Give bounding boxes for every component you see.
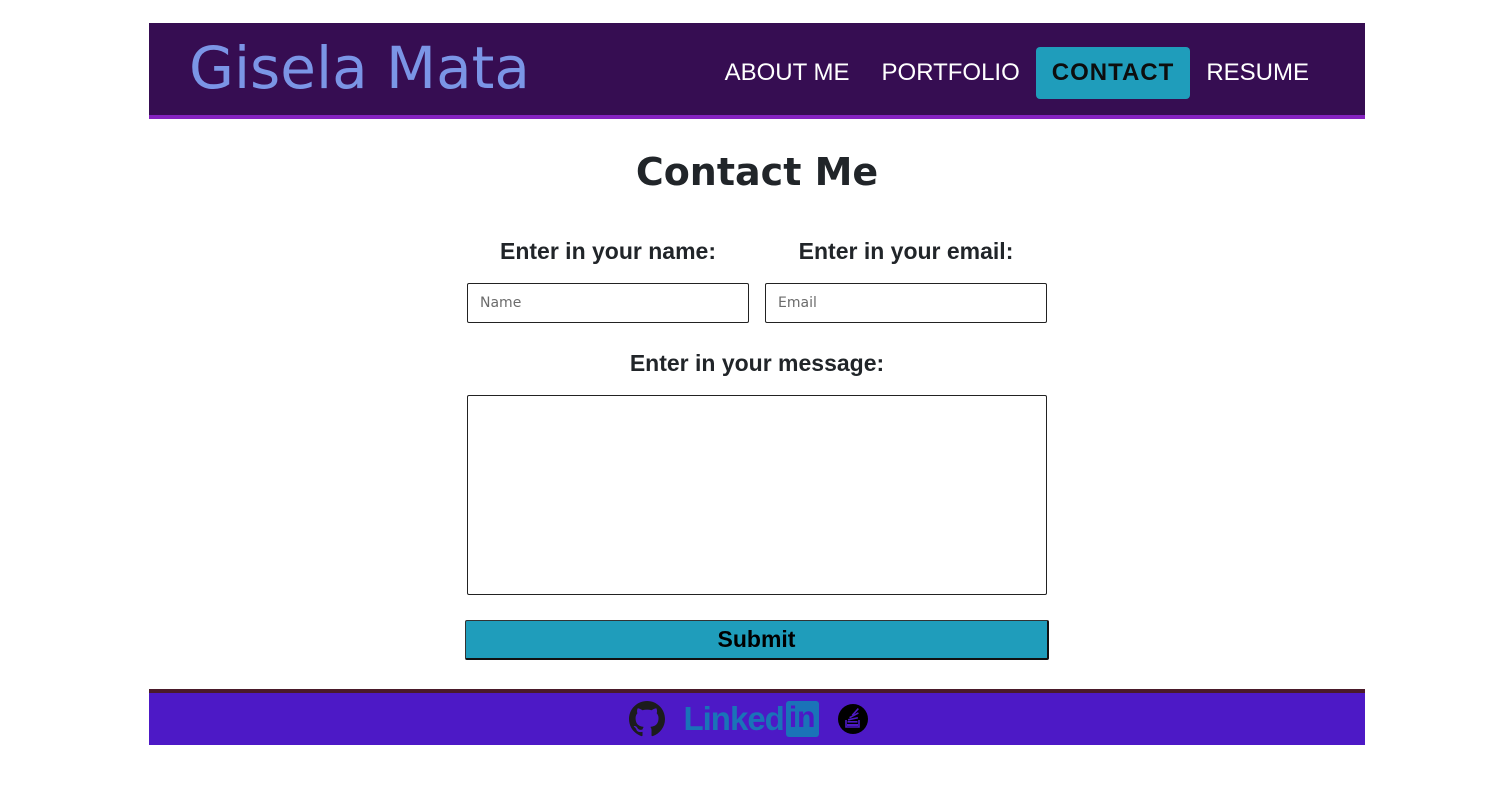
github-icon <box>629 701 666 737</box>
name-field-group: Enter in your name: <box>467 237 749 323</box>
nav-item-about-me[interactable]: ABOUT ME <box>709 47 866 99</box>
name-input[interactable] <box>467 283 749 323</box>
main-nav: ABOUT ME PORTFOLIO CONTACT RESUME <box>709 47 1325 99</box>
nav-item-resume[interactable]: RESUME <box>1190 47 1325 99</box>
message-label: Enter in your message: <box>629 350 885 376</box>
submit-button[interactable]: Submit <box>465 620 1049 660</box>
nav-item-contact[interactable]: CONTACT <box>1035 47 1191 99</box>
email-field-group: Enter in your email: <box>765 237 1047 323</box>
main-content: Contact Me Enter in your name: Enter in … <box>149 119 1365 689</box>
site-footer: Linked in <box>149 689 1365 745</box>
github-link[interactable] <box>629 701 666 737</box>
linkedin-in-box: in <box>785 701 819 737</box>
nav-item-portfolio[interactable]: PORTFOLIO <box>866 47 1036 99</box>
site-brand[interactable]: Gisela Mata <box>189 32 530 104</box>
social-links: Linked in <box>629 701 868 737</box>
stackoverflow-link[interactable] <box>837 703 869 735</box>
site-header: Gisela Mata ABOUT ME PORTFOLIO CONTACT R… <box>149 23 1365 119</box>
name-email-row: Enter in your name: Enter in your email: <box>467 237 1047 323</box>
email-input[interactable] <box>765 283 1047 323</box>
page-title: Contact Me <box>635 150 879 194</box>
contact-form: Enter in your name: Enter in your email:… <box>465 237 1049 660</box>
stackoverflow-icon <box>837 704 868 734</box>
email-label: Enter in your email: <box>798 238 1014 264</box>
linkedin-wordmark: Linked <box>683 700 784 737</box>
page: Gisela Mata ABOUT ME PORTFOLIO CONTACT R… <box>149 23 1365 745</box>
message-textarea[interactable] <box>467 395 1047 595</box>
name-label: Enter in your name: <box>500 238 716 264</box>
linkedin-link[interactable]: Linked in <box>683 700 819 737</box>
linkedin-icon: Linked in <box>683 700 819 737</box>
